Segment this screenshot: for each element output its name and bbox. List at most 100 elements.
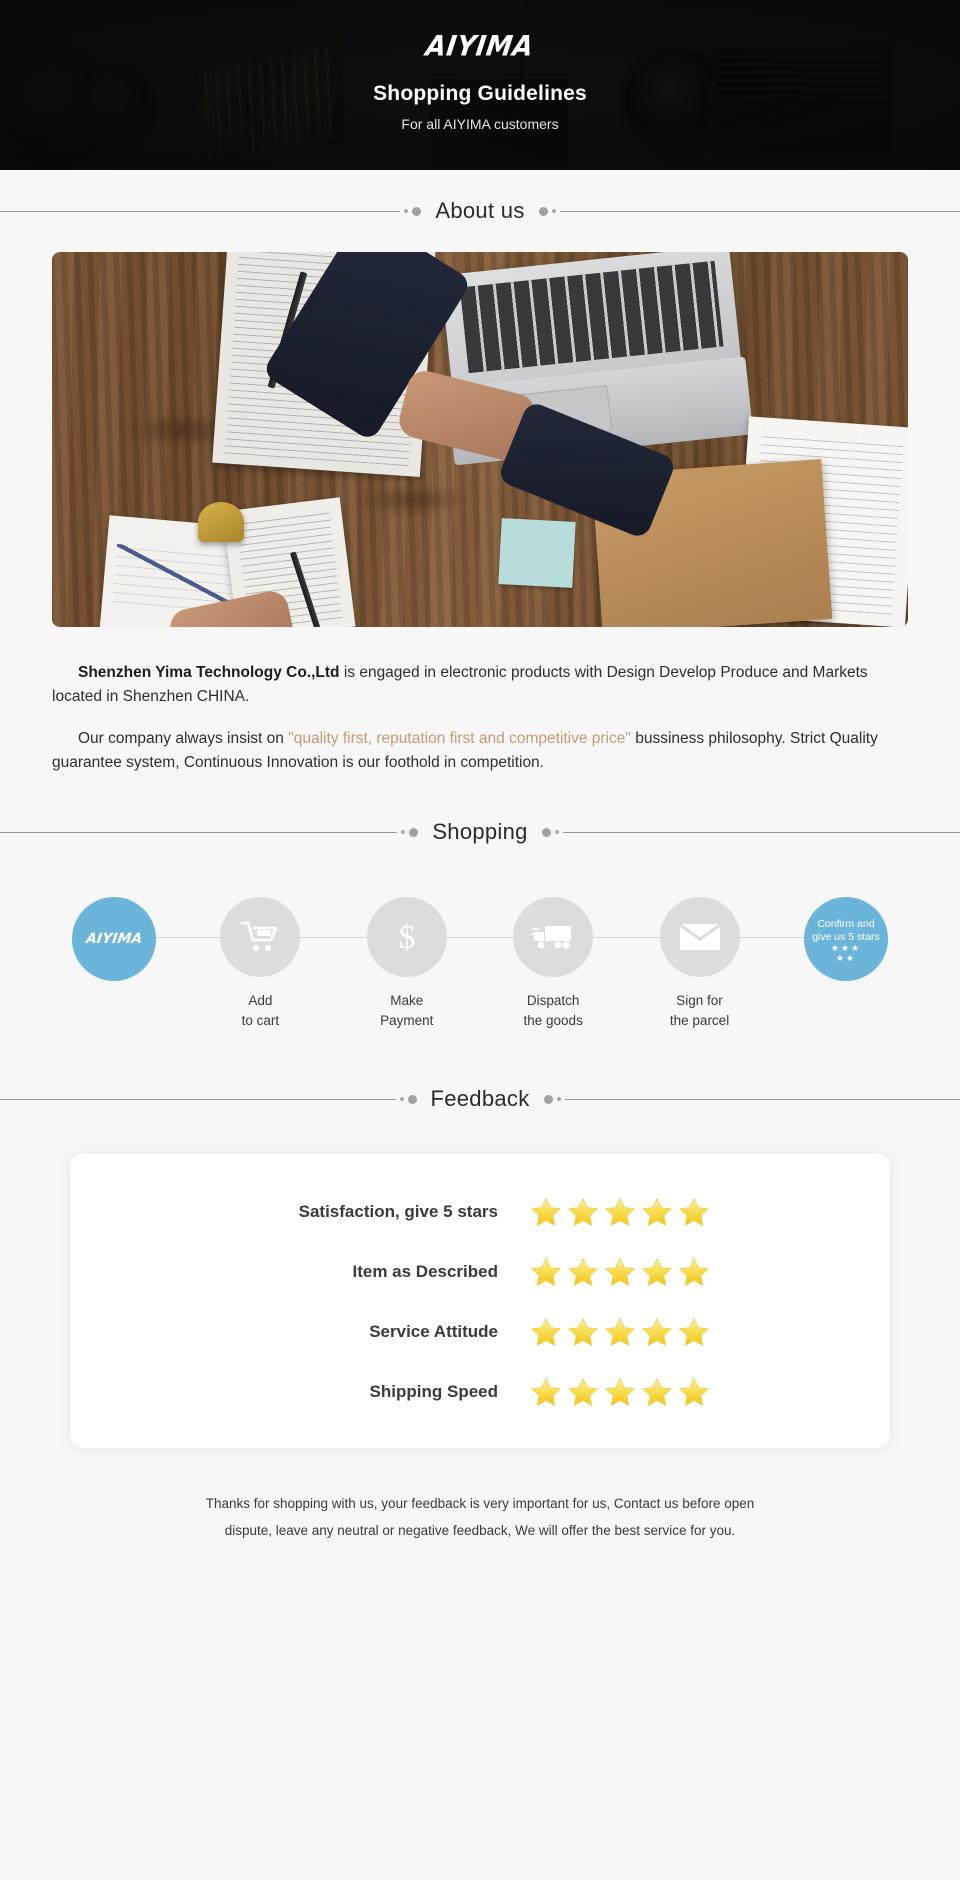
divider-dot-large — [412, 206, 422, 216]
step-label-line1: Sign for — [676, 993, 723, 1009]
star-icon[interactable] — [678, 1376, 710, 1408]
divider-line-left — [0, 1098, 396, 1100]
about-section-header: About us — [0, 198, 960, 224]
confirm-stars-bottom: ★★ — [835, 952, 857, 963]
shopping-steps: AIYIMA Add to cart $ Make Payment Dispat… — [52, 897, 908, 1030]
star-icon[interactable] — [530, 1196, 562, 1228]
star-icon[interactable] — [641, 1376, 673, 1408]
star-icon[interactable] — [567, 1376, 599, 1408]
divider-line-right — [559, 210, 960, 212]
aiyima-step-logo-text: AIYIMA — [84, 931, 144, 948]
divider-line-right — [562, 831, 960, 833]
step-label-line2: to cart — [241, 1012, 280, 1028]
divider-dot-small — [399, 1097, 404, 1102]
feedback-section-header: Feedback — [0, 1086, 960, 1112]
divider-dot-large — [543, 1094, 553, 1104]
feedback-row: Service Attitude — [70, 1316, 890, 1348]
footer-note-line2: dispute, leave any neutral or negative f… — [224, 1523, 736, 1539]
shopping-section: Shopping AIYIMA Add to cart $ Make Payme… — [0, 819, 960, 1030]
star-icon[interactable] — [641, 1196, 673, 1228]
star-icon[interactable] — [567, 1196, 599, 1228]
star-icon[interactable] — [678, 1196, 710, 1228]
shopping-step-label: Dispatch the goods — [524, 991, 583, 1030]
star-icon[interactable] — [641, 1316, 673, 1348]
star-icon[interactable] — [641, 1256, 673, 1288]
divider-dot-small — [554, 830, 559, 835]
feedback-label: Satisfaction, give 5 stars — [298, 1202, 498, 1222]
star-icon[interactable] — [530, 1376, 562, 1408]
divider-line-left — [0, 831, 398, 833]
feedback-star-rating[interactable] — [530, 1196, 760, 1228]
divider-line-left — [0, 210, 401, 212]
desk-bell — [198, 502, 244, 542]
shopping-step-dispatch: Dispatch the goods — [491, 897, 615, 1030]
about-handshake-photo — [52, 252, 908, 627]
star-icon[interactable] — [567, 1316, 599, 1348]
svg-text:$: $ — [398, 919, 415, 956]
step-label-line1: Make — [390, 993, 424, 1009]
divider-line-right — [564, 1098, 960, 1100]
shopping-step-confirm-rate: Confirm and give us 5 stars ★★★ ★★ — [784, 897, 908, 982]
star-icon[interactable] — [678, 1256, 710, 1288]
feedback-section-title: Feedback — [430, 1086, 530, 1112]
shopping-section-header: Shopping — [0, 819, 960, 845]
envelope-icon — [659, 897, 740, 978]
shopping-step-label: Add to cart — [242, 991, 280, 1030]
shopping-section-title: Shopping — [432, 819, 528, 845]
star-icon[interactable] — [530, 1256, 562, 1288]
feedback-star-rating[interactable] — [530, 1376, 760, 1408]
shopping-step-label: Make Payment — [380, 991, 433, 1030]
about-paragraph-2-lead: Our company always insist on — [78, 730, 289, 748]
company-motto-quote: "quality first, reputation first and com… — [288, 730, 631, 748]
confirm-text-line1: Confirm and — [817, 917, 875, 930]
feedback-label: Item as Described — [352, 1262, 498, 1282]
feedback-row: Item as Described — [70, 1256, 890, 1288]
feedback-star-rating[interactable] — [530, 1316, 760, 1348]
star-icon[interactable] — [604, 1376, 636, 1408]
page-title: Shopping Guidelines — [373, 82, 587, 105]
shopping-step-make-payment: $ Make Payment — [345, 897, 469, 1030]
five-star-icon: Confirm and give us 5 stars ★★★ ★★ — [803, 897, 888, 982]
about-paragraph-2: Our company always insist on "quality fi… — [52, 727, 908, 775]
aiyima-logo-icon: AIYIMA — [72, 897, 156, 982]
star-icon[interactable] — [530, 1316, 562, 1348]
shopping-cart-icon — [220, 897, 301, 978]
feedback-star-rating[interactable] — [530, 1256, 760, 1288]
feedback-label: Service Attitude — [369, 1322, 498, 1342]
about-text-block: Shenzhen Yima Technology Co.,Ltd is enga… — [52, 661, 908, 775]
shopping-step-add-to-cart: Add to cart — [198, 897, 322, 1030]
feedback-row: Satisfaction, give 5 stars — [70, 1196, 890, 1228]
feedback-card: Satisfaction, give 5 stars Item as Descr… — [70, 1154, 890, 1449]
step-label-line2: Payment — [380, 1012, 434, 1028]
star-icon[interactable] — [678, 1316, 710, 1348]
star-icon[interactable] — [604, 1196, 636, 1228]
footer-note-line1: Thanks for shopping with us, your feedba… — [205, 1496, 755, 1512]
feedback-section: Feedback Satisfaction, give 5 stars Item… — [0, 1086, 960, 1544]
star-icon[interactable] — [604, 1316, 636, 1348]
divider-dot-large — [538, 206, 548, 216]
about-paragraph-1: Shenzhen Yima Technology Co.,Ltd is enga… — [52, 661, 908, 709]
aiyima-brand-logo: AIYIMA — [424, 30, 536, 64]
divider-dot-large — [541, 827, 551, 837]
shopping-step-sign-parcel: Sign for the parcel — [638, 897, 762, 1030]
confirm-text-line2: give us 5 stars — [812, 930, 880, 943]
wood-knot — [352, 482, 472, 518]
company-name: Shenzhen Yima Technology Co.,Ltd — [78, 664, 340, 681]
hero-banner: AIYIMA Shopping Guidelines For all AIYIM… — [0, 0, 960, 170]
feedback-label: Shipping Speed — [369, 1382, 498, 1402]
step-label-line1: Add — [248, 993, 273, 1009]
step-label-line2: the goods — [523, 1012, 583, 1028]
about-section-title: About us — [435, 198, 525, 223]
divider-dot-large — [409, 827, 419, 837]
step-label-line1: Dispatch — [526, 993, 580, 1009]
divider-dot-large — [407, 1094, 417, 1104]
step-label-line2: the parcel — [669, 1012, 730, 1028]
divider-dot-small — [404, 209, 409, 213]
divider-dot-small — [401, 830, 406, 835]
page-subtitle: For all AIYIMA customers — [401, 116, 559, 132]
delivery-truck-icon — [513, 897, 594, 978]
star-icon[interactable] — [567, 1256, 599, 1288]
divider-dot-small — [551, 209, 556, 213]
star-icon[interactable] — [604, 1256, 636, 1288]
shopping-step-label: Sign for the parcel — [670, 991, 729, 1030]
